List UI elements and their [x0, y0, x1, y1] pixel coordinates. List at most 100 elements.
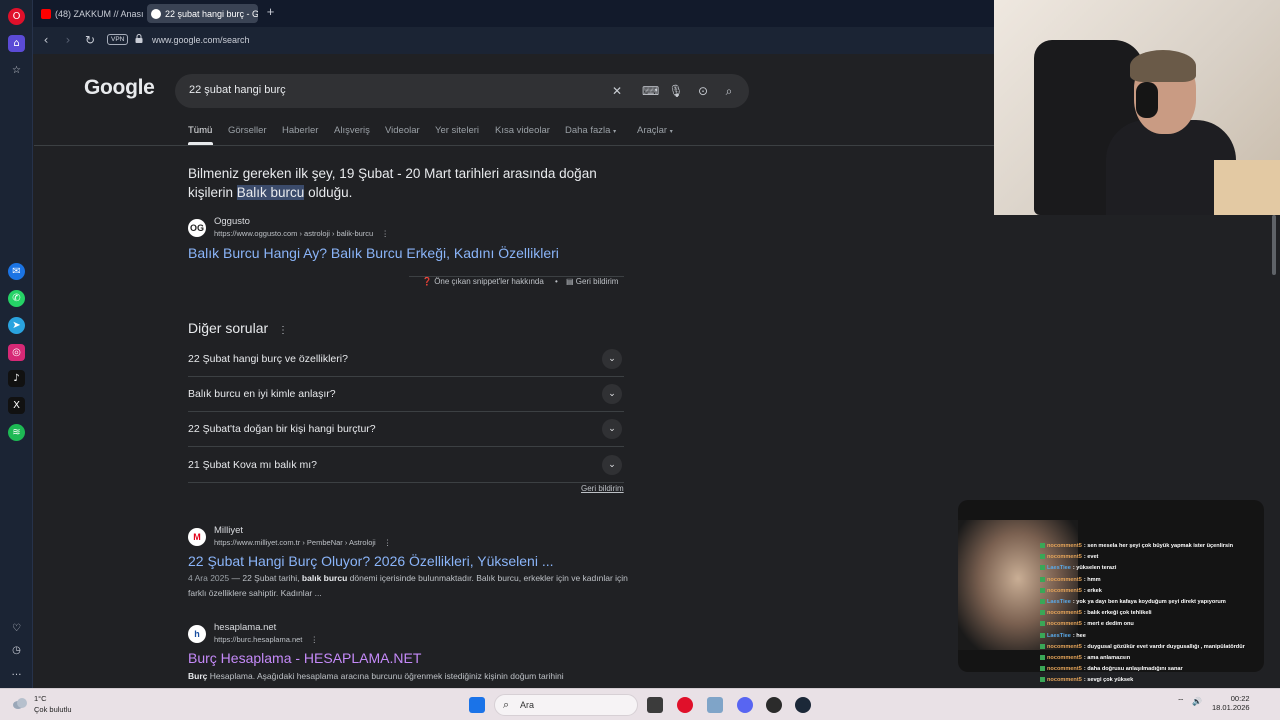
telegram-icon[interactable]: ➤ — [8, 317, 25, 334]
instagram-icon[interactable]: ◎ — [8, 344, 25, 361]
keyboard-icon[interactable]: ⌨ — [642, 83, 659, 99]
more-icon[interactable]: … — [8, 664, 25, 681]
microphone-icon[interactable]: 🎙 — [668, 83, 684, 99]
chevron-down-icon[interactable]: ⌄ — [602, 384, 622, 404]
tab-images[interactable]: Görseller — [228, 125, 267, 136]
windows-start-icon[interactable] — [469, 697, 485, 713]
chat-username[interactable]: nocomment5 — [1047, 677, 1082, 683]
search-box[interactable]: 22 şubat hangi burç ✕ ⌨ 🎙 ⊙ ⌕ — [175, 74, 749, 108]
kebab-menu-icon[interactable]: ⋮ — [310, 635, 318, 644]
paa-question[interactable]: Balık burcu en iyi kimle anlaşır? ⌄ — [188, 377, 624, 412]
home-icon[interactable]: ⌂ — [8, 35, 25, 52]
tiktok-icon[interactable]: ♪ — [8, 370, 25, 387]
chat-username[interactable]: nocomment5 — [1047, 554, 1082, 560]
tab-videos[interactable]: Videolar — [385, 125, 420, 136]
page-scrollbar[interactable] — [1272, 215, 1276, 275]
chat-username[interactable]: LaesTiee — [1047, 633, 1071, 639]
tab-tools[interactable]: Araçlar ▾ — [637, 125, 673, 136]
help-icon: ❓ — [422, 277, 432, 286]
chat-message: nocomment5: evet — [1040, 552, 1280, 563]
chevron-down-icon[interactable]: ⌄ — [602, 349, 622, 369]
result-desc-text: — 22 Şubat tarihi, — [231, 573, 300, 583]
tab-places[interactable]: Yer siteleri — [435, 125, 479, 136]
kebab-menu-icon[interactable]: ⋮ — [384, 538, 392, 547]
messenger-icon[interactable]: ✉ — [8, 263, 25, 280]
tab-more[interactable]: Daha fazla ▾ — [565, 125, 616, 136]
result-source[interactable]: M Milliyet https://www.milliyet.com.tr ›… — [188, 525, 391, 548]
volume-icon[interactable]: 🔊 — [1192, 697, 1202, 706]
weather-temp[interactable]: 1°C — [34, 694, 47, 703]
badge-icon — [1040, 621, 1045, 627]
app-taskbar-icon[interactable] — [707, 697, 723, 713]
bed — [1214, 160, 1280, 215]
result-desc-bold: balık burcu — [301, 573, 348, 583]
history-icon[interactable]: ◷ — [8, 642, 25, 659]
opera-taskbar-icon[interactable] — [677, 697, 693, 713]
heart-icon[interactable]: ♡ — [8, 620, 25, 637]
tab-google[interactable]: 22 şubat hangi burç - Goo — [147, 4, 258, 23]
wifi-icon[interactable]: ⌔ — [1177, 697, 1185, 707]
chat-username[interactable]: LaesTiee — [1047, 599, 1071, 605]
about-snippets-link[interactable]: ❓ Öne çıkan snippet'ler hakkında — [422, 277, 544, 286]
paa-question[interactable]: 21 Şubat Kova mı balık mı? ⌄ — [188, 448, 624, 483]
chat-username[interactable]: nocomment5 — [1047, 666, 1082, 672]
tab-short-videos[interactable]: Kısa videolar — [495, 125, 550, 136]
url-field[interactable]: www.google.com/search — [152, 35, 250, 45]
tab-all[interactable]: Tümü — [188, 125, 212, 136]
result-source[interactable]: OG Oggusto https://www.oggusto.com › ast… — [188, 216, 389, 239]
paa-question[interactable]: 22 Şubat'ta doğan bir kişi hangi burçtur… — [188, 412, 624, 447]
feedback-link[interactable]: ▤ Geri bildirim — [566, 277, 618, 286]
lens-icon[interactable]: ⊙ — [695, 83, 711, 99]
chat-username[interactable]: LaesTiee — [1047, 565, 1071, 571]
chat-username[interactable]: nocomment5 — [1047, 655, 1082, 661]
result-source[interactable]: h hesaplama.net https://burc.hesaplama.n… — [188, 622, 318, 645]
new-tab-button[interactable]: + — [263, 5, 278, 20]
chevron-down-icon[interactable]: ⌄ — [602, 455, 622, 475]
chat-username[interactable]: nocomment5 — [1047, 543, 1082, 549]
task-view-icon[interactable] — [647, 697, 663, 713]
search-input[interactable]: 22 şubat hangi burç — [189, 84, 286, 96]
result-title-link[interactable]: 22 Şubat Hangi Burç Oluyor? 2026 Özellik… — [188, 553, 554, 569]
opera-sidebar: O ⌂ ☆ ✉ ✆ ➤ ◎ ♪ X ≋ ♡ ◷ … — [0, 0, 33, 688]
paa-feedback-link[interactable]: Geri bildirim — [581, 484, 624, 493]
obs-icon[interactable] — [766, 697, 782, 713]
chat-username[interactable]: nocomment5 — [1047, 610, 1082, 616]
chat-message: nocomment5: duygusal gözükür evet vardır… — [1040, 642, 1280, 653]
tab-youtube[interactable]: (48) ZAKKUM // Anası — [37, 4, 145, 23]
google-logo[interactable]: Google — [84, 76, 155, 100]
forward-button[interactable]: › — [61, 33, 75, 47]
spotify-icon[interactable]: ≋ — [8, 424, 25, 441]
whatsapp-icon[interactable]: ✆ — [8, 290, 25, 307]
chat-username[interactable]: nocomment5 — [1047, 644, 1082, 650]
steam-icon[interactable] — [795, 697, 811, 713]
result-title-link[interactable]: Balık Burcu Hangi Ay? Balık Burcu Erkeği… — [188, 245, 559, 261]
tab-shopping[interactable]: Alışveriş — [334, 125, 370, 136]
back-button[interactable]: ‹ — [39, 33, 53, 47]
result-title-link[interactable]: Burç Hesaplama - HESAPLAMA.NET — [188, 650, 421, 666]
kebab-menu-icon[interactable]: ⋮ — [278, 325, 288, 336]
taskbar-search[interactable]: ⌕ Ara — [494, 694, 638, 716]
opera-logo-icon[interactable]: O — [8, 8, 25, 25]
x-icon[interactable]: X — [8, 397, 25, 414]
clock[interactable]: 00:22 18.01.2026 — [1212, 694, 1250, 712]
chat-username[interactable]: nocomment5 — [1047, 621, 1082, 627]
chat-username[interactable]: nocomment5 — [1047, 588, 1082, 594]
chat-message: nocomment5: sevgi çok yüksek — [1040, 675, 1280, 686]
site-url: https://www.milliyet.com.tr › PembeNar ›… — [214, 537, 391, 548]
clear-icon[interactable]: ✕ — [609, 83, 625, 99]
kebab-menu-icon[interactable]: ⋮ — [381, 229, 389, 238]
vpn-badge[interactable]: VPN — [107, 34, 129, 45]
cloud-icon[interactable] — [12, 696, 28, 710]
search-icon[interactable]: ⌕ — [721, 83, 737, 99]
search-icon: ⌕ — [503, 698, 510, 711]
tab-news[interactable]: Haberler — [282, 125, 318, 136]
discord-icon[interactable] — [737, 697, 753, 713]
paa-question[interactable]: 22 Şubat hangi burç ve özellikleri? ⌄ — [188, 342, 624, 377]
chat-message: nocomment5: balık erkeği çok tehlikeli — [1040, 608, 1280, 619]
reload-button[interactable]: ↻ — [83, 33, 97, 47]
chat-username[interactable]: nocomment5 — [1047, 577, 1082, 583]
weather-desc[interactable]: Çok bulutlu — [34, 705, 72, 714]
chevron-down-icon[interactable]: ⌄ — [602, 419, 622, 439]
star-icon[interactable]: ☆ — [8, 62, 25, 79]
chat-text: : yükselen terazi — [1072, 565, 1117, 572]
